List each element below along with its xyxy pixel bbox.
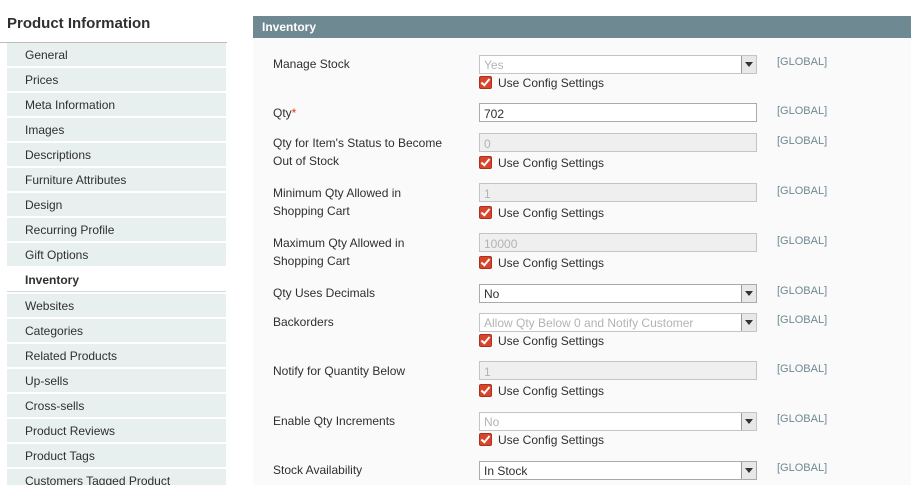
stock-availability-value: In Stock — [484, 464, 528, 478]
manage-stock-use-config[interactable]: Use Config Settings — [479, 76, 604, 92]
sidebar-item-design[interactable]: Design — [7, 193, 226, 217]
out-of-stock-label-2: Out of Stock — [273, 154, 340, 168]
max-qty-label-1: Maximum Qty Allowed in — [273, 236, 405, 250]
use-config-label: Use Config Settings — [498, 384, 605, 398]
sidebar-item-recurring-profile[interactable]: Recurring Profile — [7, 218, 226, 242]
scope-label: [GLOBAL] — [777, 462, 828, 474]
sidebar-item-inventory[interactable]: Inventory — [7, 268, 226, 292]
qty-decimals-select[interactable]: No — [479, 284, 757, 303]
scope-label: [GLOBAL] — [777, 314, 828, 326]
inventory-panel: Inventory Manage Stock Yes [GLOBAL] Use … — [253, 16, 911, 485]
out-of-stock-use-config[interactable]: Use Config Settings — [479, 156, 604, 172]
chevron-down-icon — [741, 314, 756, 331]
scope-label: [GLOBAL] — [777, 105, 828, 117]
max-qty-use-config[interactable]: Use Config Settings — [479, 256, 604, 272]
checkbox-checked-icon[interactable] — [479, 206, 492, 219]
sidebar-item-prices[interactable]: Prices — [7, 68, 226, 92]
use-config-label: Use Config Settings — [498, 206, 605, 220]
manage-stock-select[interactable]: Yes — [479, 55, 757, 74]
sidebar-item-images[interactable]: Images — [7, 118, 226, 142]
use-config-label: Use Config Settings — [498, 433, 605, 447]
chevron-down-icon — [741, 285, 756, 302]
sidebar-item-product-tags[interactable]: Product Tags — [7, 444, 226, 468]
section-title: Inventory — [253, 16, 911, 38]
manage-stock-value: Yes — [484, 58, 504, 72]
min-qty-label-1: Minimum Qty Allowed in — [273, 186, 402, 200]
qty-decimals-label: Qty Uses Decimals — [273, 286, 376, 300]
scope-label: [GLOBAL] — [777, 56, 828, 68]
qty-label: Qty* — [273, 104, 453, 122]
stock-availability-select[interactable]: In Stock — [479, 461, 757, 480]
backorders-use-config[interactable]: Use Config Settings — [479, 334, 604, 350]
backorders-select[interactable]: Allow Qty Below 0 and Notify Customer — [479, 313, 757, 332]
checkbox-checked-icon[interactable] — [479, 433, 492, 446]
max-qty-input[interactable] — [479, 233, 757, 252]
qty-increments-value: No — [484, 415, 500, 429]
sidebar-item-gift-options[interactable]: Gift Options — [7, 243, 226, 267]
sidebar-item-descriptions[interactable]: Descriptions — [7, 143, 226, 167]
sidebar-item-furniture-attributes[interactable]: Furniture Attributes — [7, 168, 226, 192]
scope-label: [GLOBAL] — [777, 235, 828, 247]
sidebar-item-categories[interactable]: Categories — [7, 319, 226, 343]
qty-increments-use-config[interactable]: Use Config Settings — [479, 433, 604, 449]
product-info-sidebar: Product Information General Prices Meta … — [0, 0, 227, 485]
qty-decimals-value: No — [484, 287, 500, 301]
sidebar-item-general[interactable]: General — [7, 43, 226, 67]
sidebar-item-customers-tagged-product[interactable]: Customers Tagged Product — [7, 469, 226, 485]
sidebar-title: Product Information — [7, 15, 151, 32]
scope-label: [GLOBAL] — [777, 185, 828, 197]
notify-qty-label: Notify for Quantity Below — [273, 364, 406, 378]
out-of-stock-threshold-input[interactable] — [479, 133, 757, 152]
notify-qty-input[interactable] — [479, 361, 757, 380]
backorders-label: Backorders — [273, 315, 334, 329]
chevron-down-icon — [741, 56, 756, 73]
use-config-label: Use Config Settings — [498, 76, 605, 90]
sidebar-item-websites[interactable]: Websites — [7, 294, 226, 318]
checkbox-checked-icon[interactable] — [479, 334, 492, 347]
min-qty-input[interactable] — [479, 183, 757, 202]
stock-availability-label: Stock Availability — [273, 463, 363, 477]
scope-label: [GLOBAL] — [777, 413, 828, 425]
use-config-label: Use Config Settings — [498, 156, 605, 170]
scope-label: [GLOBAL] — [777, 285, 828, 297]
checkbox-checked-icon[interactable] — [479, 256, 492, 269]
required-mark: * — [291, 106, 297, 120]
qty-label-text: Qty — [273, 106, 292, 120]
use-config-label: Use Config Settings — [498, 256, 605, 270]
sidebar-item-meta-information[interactable]: Meta Information — [7, 93, 226, 117]
scope-label: [GLOBAL] — [777, 135, 828, 147]
out-of-stock-label-1: Qty for Item's Status to Become — [273, 136, 443, 150]
backorders-value: Allow Qty Below 0 and Notify Customer — [484, 316, 694, 330]
chevron-down-icon — [741, 413, 756, 430]
manage-stock-label: Manage Stock — [273, 57, 350, 71]
min-qty-label-2: Shopping Cart — [273, 204, 350, 218]
checkbox-checked-icon[interactable] — [479, 156, 492, 169]
sidebar-item-related-products[interactable]: Related Products — [7, 344, 226, 368]
checkbox-checked-icon[interactable] — [479, 76, 492, 89]
use-config-label: Use Config Settings — [498, 334, 605, 348]
chevron-down-icon — [741, 462, 756, 479]
min-qty-use-config[interactable]: Use Config Settings — [479, 206, 604, 222]
sidebar-item-cross-sells[interactable]: Cross-sells — [7, 394, 226, 418]
qty-increments-label: Enable Qty Increments — [273, 414, 396, 428]
notify-use-config[interactable]: Use Config Settings — [479, 384, 604, 400]
sidebar-item-up-sells[interactable]: Up-sells — [7, 369, 226, 393]
qty-input[interactable] — [479, 103, 757, 122]
sidebar-item-product-reviews[interactable]: Product Reviews — [7, 419, 226, 443]
scope-label: [GLOBAL] — [777, 363, 828, 375]
checkbox-checked-icon[interactable] — [479, 384, 492, 397]
qty-increments-select[interactable]: No — [479, 412, 757, 431]
max-qty-label-2: Shopping Cart — [273, 254, 350, 268]
